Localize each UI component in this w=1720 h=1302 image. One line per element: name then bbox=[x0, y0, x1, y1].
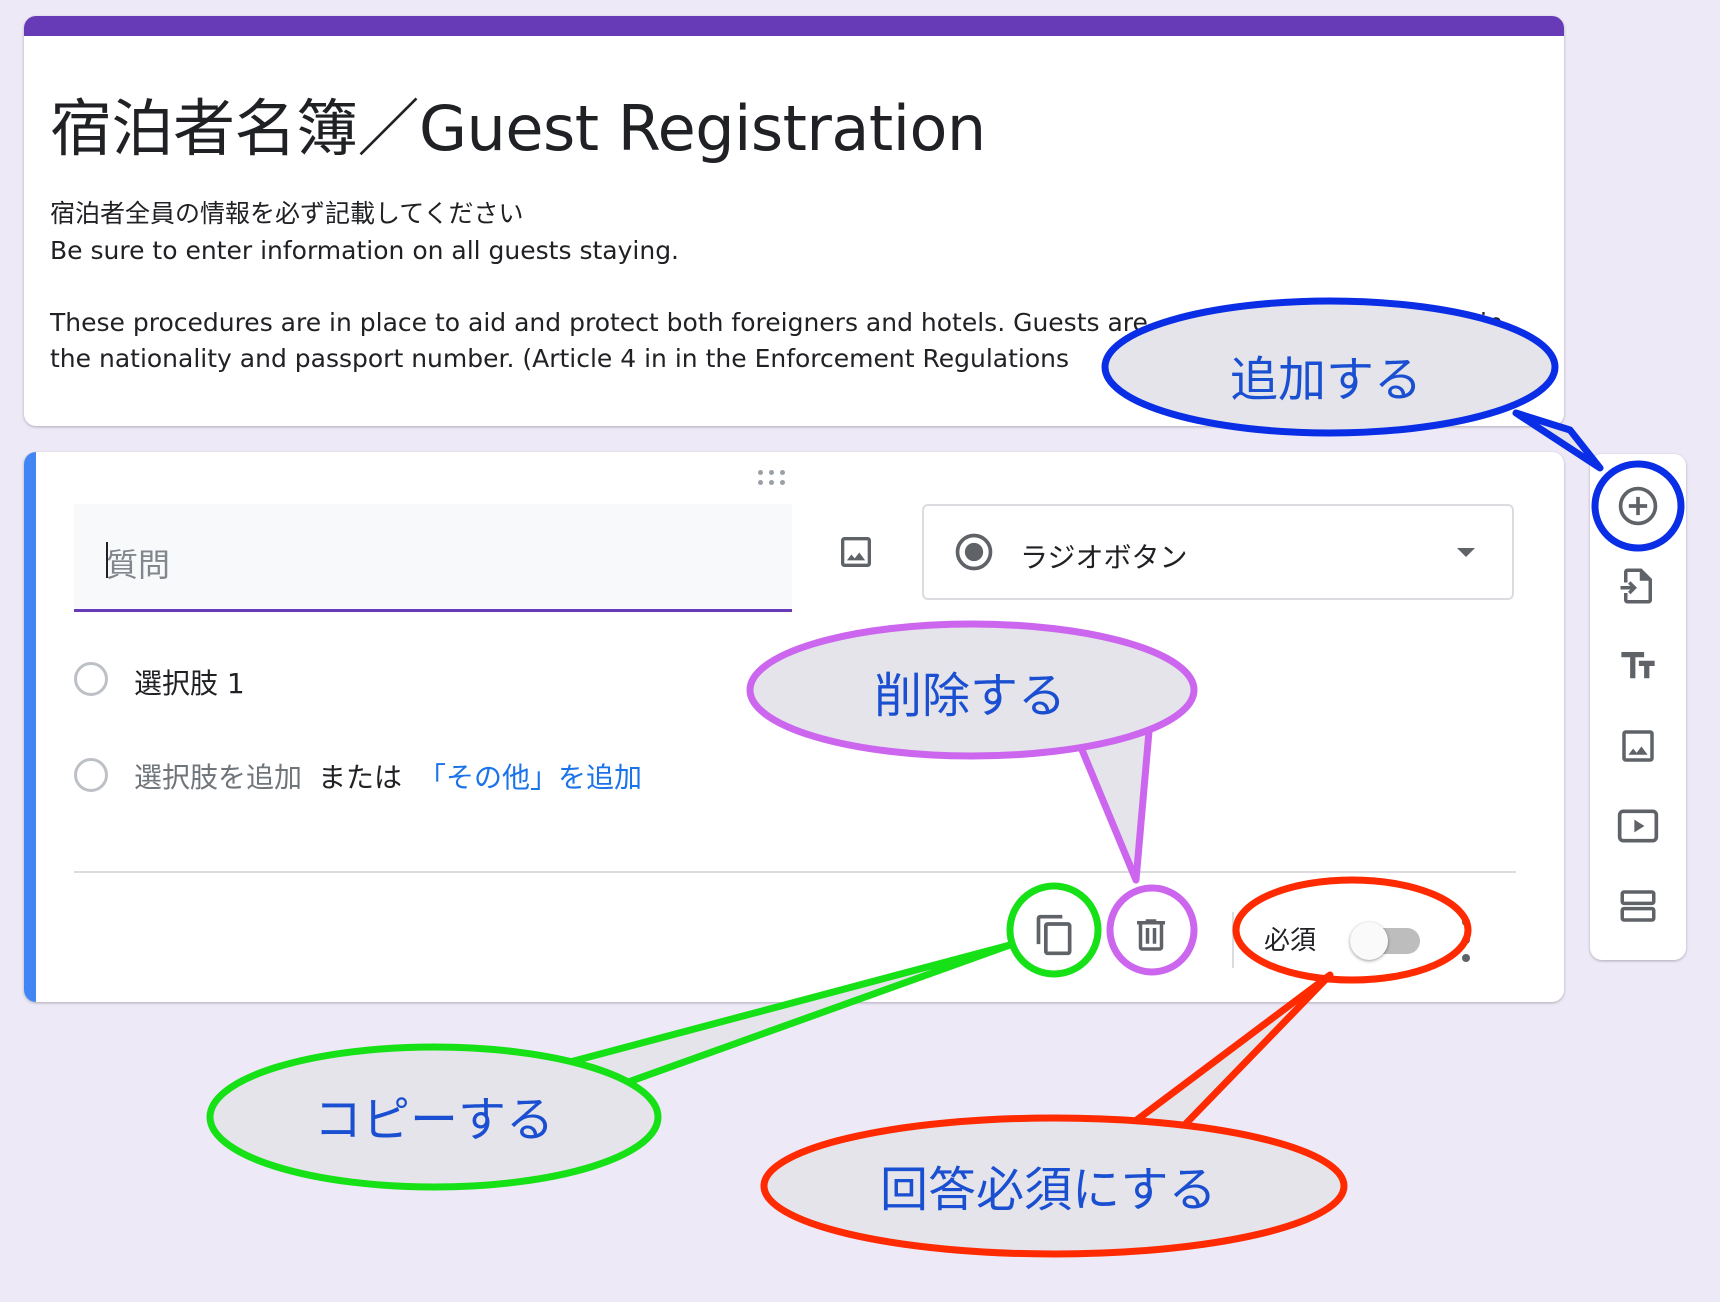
video-icon[interactable] bbox=[1614, 802, 1662, 850]
add-option-link[interactable]: 選択肢を追加 bbox=[134, 756, 302, 796]
add-option-or: または bbox=[318, 761, 403, 794]
more-vert-icon[interactable] bbox=[1458, 910, 1474, 970]
toggle-thumb bbox=[1350, 922, 1388, 960]
add-circle-icon[interactable] bbox=[1614, 482, 1662, 530]
duplicate-icon[interactable] bbox=[1028, 908, 1082, 962]
drag-handle-icon[interactable] bbox=[752, 466, 792, 488]
delete-icon[interactable] bbox=[1124, 908, 1178, 962]
form-description-line[interactable]: Be sure to enter information on all gues… bbox=[50, 233, 679, 269]
form-description-line[interactable]: 宿泊者全員の情報を必ず記載してください bbox=[50, 196, 524, 232]
form-description-line-tail: in bbox=[1480, 308, 1503, 337]
chevron-down-icon bbox=[1454, 540, 1478, 564]
add-other-link[interactable]: 「その他」を追加 bbox=[418, 756, 642, 796]
footer-separator bbox=[1232, 912, 1234, 968]
question-type-label: ラジオボタン bbox=[1020, 541, 1188, 574]
option-label[interactable]: 選択肢 1 bbox=[134, 662, 245, 702]
active-question-indicator bbox=[24, 452, 36, 1002]
form-title[interactable]: 宿泊者名簿／Guest Registration bbox=[50, 78, 986, 168]
form-description-line[interactable]: These procedures are in place to aid and… bbox=[50, 305, 1148, 341]
question-type-dropdown[interactable]: ラジオボタン bbox=[922, 504, 1514, 600]
add-option-radio bbox=[74, 758, 108, 792]
annotation-delete: 削除する bbox=[874, 668, 1067, 724]
image-icon[interactable] bbox=[1614, 722, 1662, 770]
annotation-add: 追加する bbox=[1230, 352, 1423, 408]
section-icon[interactable] bbox=[1614, 882, 1662, 930]
required-toggle[interactable] bbox=[1350, 922, 1424, 960]
annotation-required: 回答必須にする bbox=[880, 1162, 1217, 1218]
add-image-icon[interactable] bbox=[830, 526, 882, 578]
question-title-input[interactable]: 質問 bbox=[74, 504, 792, 612]
import-file-icon[interactable] bbox=[1614, 562, 1662, 610]
annotation-copy: コピーする bbox=[314, 1092, 555, 1148]
title-text-icon[interactable] bbox=[1614, 642, 1662, 690]
required-label: 必須 bbox=[1264, 926, 1317, 956]
form-description-line[interactable]: the nationality and passport number. (Ar… bbox=[50, 341, 1069, 377]
radio-button-checked-icon bbox=[952, 530, 996, 574]
text-caret bbox=[106, 542, 108, 578]
header-accent-bar bbox=[24, 16, 1564, 36]
footer-divider bbox=[74, 871, 1516, 873]
option-radio bbox=[74, 662, 108, 696]
question-placeholder: 質問 bbox=[106, 546, 171, 584]
